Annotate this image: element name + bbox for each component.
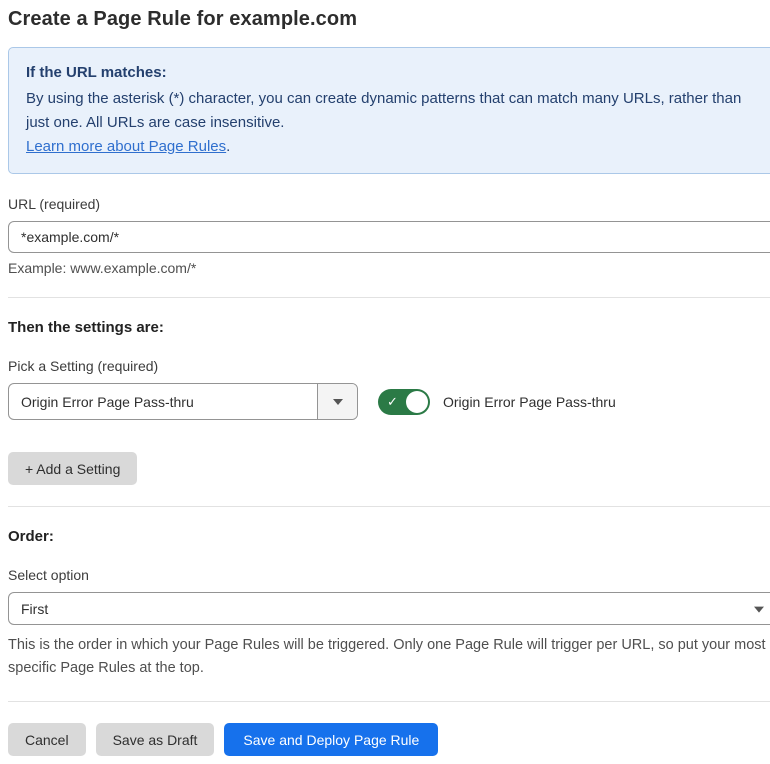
check-icon: ✓: [387, 393, 398, 409]
save-and-deploy-button[interactable]: Save and Deploy Page Rule: [224, 723, 439, 756]
order-select[interactable]: First: [8, 592, 770, 625]
footer-actions: Cancel Save as Draft Save and Deploy Pag…: [8, 723, 770, 756]
learn-more-link[interactable]: Learn more about Page Rules: [26, 138, 226, 155]
chevron-down-icon: [754, 606, 764, 613]
cancel-button[interactable]: Cancel: [8, 723, 86, 756]
link-suffix: .: [226, 138, 231, 155]
order-section-heading: Order:: [8, 528, 54, 545]
divider: [8, 701, 770, 702]
save-as-draft-button[interactable]: Save as Draft: [95, 723, 215, 756]
order-select-label: Select option: [8, 567, 89, 583]
toggle-label: Origin Error Page Pass-thru: [443, 393, 616, 410]
url-match-info-box: If the URL matches: By using the asteris…: [8, 47, 770, 174]
setting-select-value: Origin Error Page Pass-thru: [21, 393, 194, 410]
setting-toggle-group: ✓ Origin Error Page Pass-thru: [378, 388, 616, 415]
setting-picker-row: Origin Error Page Pass-thru ✓ Origin Err…: [8, 383, 770, 420]
info-box-heading: If the URL matches:: [26, 64, 167, 81]
info-box-link-line: Learn more about Page Rules.: [26, 135, 760, 159]
url-input[interactable]: [8, 221, 770, 253]
url-field-label: URL (required): [8, 196, 101, 212]
toggle-knob: [406, 390, 428, 413]
url-helper-text: Example: www.example.com/*: [8, 260, 197, 276]
settings-section-heading: Then the settings are:: [8, 319, 164, 336]
order-select-value: First: [21, 600, 49, 617]
page-title: Create a Page Rule for example.com: [8, 8, 358, 30]
info-box-body: By using the asterisk (*) character, you…: [26, 90, 742, 131]
divider: [8, 506, 770, 507]
origin-error-toggle[interactable]: ✓: [378, 388, 430, 415]
chevron-down-icon: [332, 398, 343, 405]
setting-select[interactable]: Origin Error Page Pass-thru: [8, 383, 358, 420]
add-setting-button[interactable]: + Add a Setting: [8, 452, 138, 485]
divider: [8, 297, 770, 298]
order-helper-text: This is the order in which your Page Rul…: [8, 637, 766, 676]
pick-setting-label: Pick a Setting (required): [8, 358, 159, 374]
setting-select-arrow-button[interactable]: [317, 384, 357, 419]
